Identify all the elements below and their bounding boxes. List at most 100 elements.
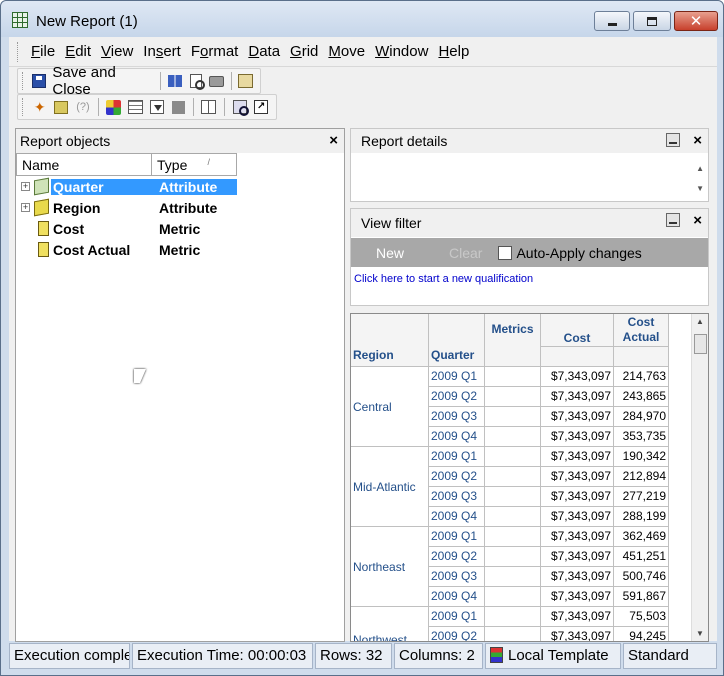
- auto-apply-checkbox[interactable]: [498, 245, 513, 260]
- grid-cost-cell[interactable]: $7,343,097: [541, 627, 614, 641]
- scroll-down-icon[interactable]: ▼: [696, 629, 704, 638]
- column-header-type[interactable]: Type /: [152, 153, 237, 176]
- menu-window[interactable]: Window: [370, 43, 433, 60]
- menu-view[interactable]: View: [96, 43, 138, 60]
- expand-icon[interactable]: +: [21, 203, 30, 212]
- filter-clear-button[interactable]: Clear: [449, 245, 482, 261]
- filter-new-button[interactable]: New: [376, 245, 428, 261]
- scroll-up-icon[interactable]: ▲: [696, 317, 704, 326]
- view-filter-minimize-icon[interactable]: [666, 213, 680, 227]
- find-button[interactable]: [231, 98, 249, 116]
- grid-cost-cell[interactable]: $7,343,097: [541, 407, 614, 427]
- menu-file[interactable]: File: [26, 43, 60, 60]
- expand-icon[interactable]: +: [21, 182, 30, 191]
- save-close-button[interactable]: [31, 72, 48, 90]
- help-button[interactable]: (?): [74, 98, 92, 116]
- grid-cost-cell[interactable]: $7,343,097: [541, 387, 614, 407]
- color-button[interactable]: [105, 98, 123, 116]
- grid-cost-actual-cell[interactable]: 284,970: [614, 407, 669, 427]
- report-details-minimize-icon[interactable]: [666, 133, 680, 147]
- grid-quarter-cell[interactable]: 2009 Q4: [429, 587, 485, 607]
- scroll-up-icon[interactable]: ▲: [696, 159, 704, 179]
- grid-cost-actual-cell[interactable]: 190,342: [614, 447, 669, 467]
- grid-region-cell[interactable]: Northeast: [351, 527, 429, 607]
- auto-apply-toggle[interactable]: Auto-Apply changes: [498, 245, 642, 261]
- grid-header-cost-actual[interactable]: Cost Actual: [614, 314, 669, 347]
- report-object-row[interactable]: + Region Attribute: [16, 198, 344, 219]
- grid-cost-cell[interactable]: $7,343,097: [541, 487, 614, 507]
- report-object-row[interactable]: + Quarter Attribute: [16, 177, 344, 198]
- shortcut-button[interactable]: ↗: [252, 98, 270, 116]
- grid-quarter-cell[interactable]: 2009 Q3: [429, 487, 485, 507]
- grid-cost-actual-cell[interactable]: 451,251: [614, 547, 669, 567]
- grid-quarter-cell[interactable]: 2009 Q4: [429, 507, 485, 527]
- print-preview-button[interactable]: [187, 72, 205, 90]
- grid-region-cell[interactable]: Mid-Atlantic: [351, 447, 429, 527]
- grid-header-quarter[interactable]: Quarter: [429, 314, 485, 367]
- grid-cost-cell[interactable]: $7,343,097: [541, 567, 614, 587]
- book-button[interactable]: [167, 72, 184, 90]
- grid-cost-cell[interactable]: $7,343,097: [541, 427, 614, 447]
- menu-grid[interactable]: Grid: [285, 43, 323, 60]
- grid-quarter-cell[interactable]: 2009 Q2: [429, 467, 485, 487]
- grid-cost-actual-cell[interactable]: 362,469: [614, 527, 669, 547]
- grid-cost-cell[interactable]: $7,343,097: [541, 587, 614, 607]
- grid-cost-actual-cell[interactable]: 353,735: [614, 427, 669, 447]
- menu-move[interactable]: Move: [323, 43, 370, 60]
- grid-quarter-cell[interactable]: 2009 Q3: [429, 567, 485, 587]
- grid-cost-actual-cell[interactable]: 214,763: [614, 367, 669, 387]
- menu-edit[interactable]: Edit: [60, 43, 96, 60]
- maximize-button[interactable]: [633, 11, 671, 31]
- grid-vertical-scrollbar[interactable]: ▲ ▼: [691, 314, 708, 641]
- grid-cost-cell[interactable]: $7,343,097: [541, 447, 614, 467]
- grid-cost-actual-cell[interactable]: 591,867: [614, 587, 669, 607]
- stop-button[interactable]: [170, 98, 188, 116]
- grid-cost-cell[interactable]: $7,343,097: [541, 607, 614, 627]
- grid-cost-cell[interactable]: $7,343,097: [541, 527, 614, 547]
- scrollbar-thumb[interactable]: [694, 334, 707, 354]
- grid-quarter-cell[interactable]: 2009 Q2: [429, 547, 485, 567]
- grid-cost-actual-cell[interactable]: 94,245: [614, 627, 669, 641]
- page-by-button[interactable]: [200, 98, 218, 116]
- grid-quarter-cell[interactable]: 2009 Q2: [429, 387, 485, 407]
- column-header-name[interactable]: Name: [16, 153, 152, 176]
- print-button[interactable]: [208, 72, 225, 90]
- menu-format[interactable]: Format: [186, 43, 244, 60]
- grid-header-metrics[interactable]: Metrics: [485, 314, 541, 367]
- grid-header-region[interactable]: Region: [351, 314, 429, 367]
- grid-region-cell[interactable]: Central: [351, 367, 429, 447]
- grid-cost-cell[interactable]: $7,343,097: [541, 467, 614, 487]
- grid-cost-actual-cell[interactable]: 243,865: [614, 387, 669, 407]
- menu-help[interactable]: Help: [433, 43, 474, 60]
- grid-cost-actual-cell[interactable]: 75,503: [614, 607, 669, 627]
- grid-view-button[interactable]: [126, 98, 144, 116]
- drill-button[interactable]: [53, 98, 71, 116]
- grid-quarter-cell[interactable]: 2009 Q2: [429, 627, 485, 641]
- grid-quarter-cell[interactable]: 2009 Q3: [429, 407, 485, 427]
- report-object-row[interactable]: Cost Metric: [16, 219, 344, 240]
- grid-region-cell[interactable]: Northwest: [351, 607, 429, 641]
- report-object-row[interactable]: Cost Actual Metric: [16, 240, 344, 261]
- grid-cost-actual-cell[interactable]: 277,219: [614, 487, 669, 507]
- grid-quarter-cell[interactable]: 2009 Q1: [429, 527, 485, 547]
- grid-quarter-cell[interactable]: 2009 Q4: [429, 427, 485, 447]
- grid-quarter-cell[interactable]: 2009 Q1: [429, 447, 485, 467]
- grid-cost-cell[interactable]: $7,343,097: [541, 367, 614, 387]
- grid-cost-actual-cell[interactable]: 500,746: [614, 567, 669, 587]
- view-filter-close-icon[interactable]: ×: [693, 212, 702, 229]
- grid-quarter-cell[interactable]: 2009 Q1: [429, 607, 485, 627]
- scroll-down-icon[interactable]: ▼: [696, 179, 704, 199]
- properties-button[interactable]: [237, 72, 254, 90]
- filter-button[interactable]: [148, 98, 166, 116]
- menu-insert[interactable]: Insert: [138, 43, 186, 60]
- report-details-close-icon[interactable]: ×: [693, 132, 702, 149]
- grid-cost-actual-cell[interactable]: 288,199: [614, 507, 669, 527]
- grid-cost-actual-cell[interactable]: 212,894: [614, 467, 669, 487]
- report-objects-close-icon[interactable]: ×: [329, 132, 338, 149]
- report-details-scroll[interactable]: ▲ ▼: [696, 159, 704, 199]
- grid-header-cost[interactable]: Cost: [541, 314, 614, 347]
- new-qualification-link[interactable]: Click here to start a new qualification: [354, 273, 533, 285]
- wizard-dropdown-button[interactable]: ✦: [31, 98, 49, 116]
- menu-data[interactable]: Data: [243, 43, 285, 60]
- minimize-button[interactable]: [594, 11, 630, 31]
